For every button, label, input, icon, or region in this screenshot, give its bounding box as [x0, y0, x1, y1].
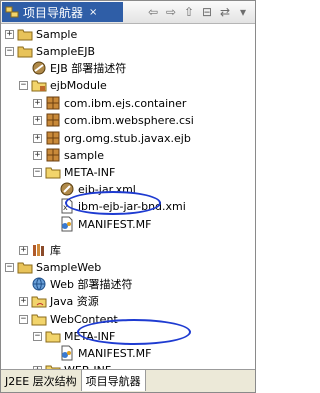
tree-item-label: com.ibm.websphere.csi	[64, 113, 194, 127]
java-resources-icon	[31, 293, 47, 309]
tree-item[interactable]: MANIFEST.MF	[59, 345, 151, 361]
tree-item-label: MANIFEST.MF	[78, 346, 152, 360]
expand-toggle[interactable]: +	[33, 134, 42, 143]
collapse-toggle[interactable]: −	[5, 263, 14, 272]
tree-item-label: MANIFEST.MF	[78, 217, 152, 231]
project-icon	[17, 259, 33, 275]
view-titlebar: 项目导航器 × ⇦ ⇨ ⇧ ⊟ ⇄ ▾	[1, 1, 255, 24]
tree-item-label: WebContent	[50, 312, 118, 326]
package-icon	[45, 95, 61, 111]
tree-item-label: Web 部署描述符	[50, 278, 133, 291]
tree-item[interactable]: 库	[31, 242, 61, 258]
tree-item[interactable]: EJB 部署描述符	[31, 60, 126, 76]
tab-j2ee-hierarchy[interactable]: J2EE 层次结构	[1, 370, 82, 391]
collapse-toggle[interactable]: −	[19, 81, 28, 90]
tree-item[interactable]: Web 部署描述符	[31, 276, 132, 292]
tree-item[interactable]: WEB-INF	[45, 362, 111, 369]
tree-item[interactable]: ejb-jar.xml	[59, 181, 136, 197]
tree-item[interactable]: SampleEJB	[17, 43, 95, 59]
view-menu-icon[interactable]: ▾	[235, 4, 251, 20]
tree-item[interactable]: META-INF	[45, 328, 115, 344]
package-icon	[45, 112, 61, 128]
tree-item[interactable]: WebContent	[31, 311, 118, 327]
tree-item[interactable]: ejbModule	[31, 77, 107, 93]
tree-item[interactable]: sample	[45, 147, 104, 163]
tree-item[interactable]: Sample	[17, 26, 77, 42]
folder-icon	[45, 164, 61, 180]
navigator-icon	[5, 6, 19, 18]
bottom-tab-bar: J2EE 层次结构 项目导航器	[1, 369, 255, 392]
svg-text:x: x	[63, 203, 68, 212]
tree-item-label: Java 资源	[50, 295, 99, 308]
tree-item-label: ibm-ejb-jar-bnd.xmi	[78, 199, 186, 213]
tree-item[interactable]: Java 资源	[31, 293, 99, 309]
manifest-file-icon	[59, 345, 75, 361]
tree-item-label: ejbModule	[50, 78, 107, 92]
tree-item[interactable]: com.ibm.websphere.csi	[45, 112, 194, 128]
tree-item-label: sample	[64, 148, 104, 162]
tree-item-label: org.omg.stub.javax.ejb	[64, 131, 191, 145]
expand-toggle[interactable]: +	[33, 116, 42, 125]
tree-item-label: META-INF	[64, 329, 116, 343]
expand-toggle[interactable]: +	[5, 30, 14, 39]
forward-icon[interactable]: ⇨	[163, 4, 179, 20]
tree-item-label: ejb-jar.xml	[78, 182, 136, 196]
expand-toggle[interactable]: +	[33, 99, 42, 108]
web-descriptor-icon	[31, 276, 47, 292]
collapse-toggle[interactable]: −	[33, 168, 42, 177]
back-icon[interactable]: ⇦	[145, 4, 161, 20]
tree-item-label: com.ibm.ejs.container	[64, 96, 187, 110]
tree-item[interactable]: org.omg.stub.javax.ejb	[45, 130, 191, 146]
tree-item-label: Sample	[36, 27, 78, 41]
collapse-toggle[interactable]: −	[5, 47, 14, 56]
xmi-file-icon: x	[59, 198, 75, 214]
tree-item[interactable]: x ibm-ejb-jar-bnd.xmi	[59, 198, 186, 214]
tree-item-label: 库	[50, 244, 61, 257]
link-with-editor-icon[interactable]: ⇄	[217, 4, 233, 20]
project-tree: + Sample − SampleEJB EJB 部署描述符 − ejbModule + com…	[1, 24, 255, 369]
view-toolbar: ⇦ ⇨ ⇧ ⊟ ⇄ ▾	[145, 4, 251, 20]
tree-item[interactable]: com.ibm.ejs.container	[45, 95, 186, 111]
library-icon	[31, 242, 47, 258]
xml-file-icon	[59, 181, 75, 197]
project-icon	[17, 43, 33, 59]
tree-item-label: EJB 部署描述符	[50, 62, 127, 75]
view-tab-project-navigator[interactable]: 项目导航器 ×	[2, 2, 123, 22]
collapse-all-icon[interactable]: ⊟	[199, 4, 215, 20]
package-icon	[45, 130, 61, 146]
tree-item[interactable]: MANIFEST.MF	[59, 216, 151, 232]
tree-item[interactable]: META-INF	[45, 164, 115, 180]
tree-item-label: SampleEJB	[36, 44, 95, 58]
project-icon	[17, 26, 33, 42]
folder-icon	[45, 362, 61, 369]
close-view-icon[interactable]: ×	[89, 7, 97, 18]
folder-icon	[45, 328, 61, 344]
up-icon[interactable]: ⇧	[181, 4, 197, 20]
tree-item-label: META-INF	[64, 165, 116, 179]
package-icon	[45, 147, 61, 163]
expand-toggle[interactable]: +	[33, 151, 42, 160]
collapse-toggle[interactable]: −	[33, 332, 42, 341]
manifest-file-icon	[59, 216, 75, 232]
source-folder-icon	[31, 77, 47, 93]
project-navigator-view: 项目导航器 × ⇦ ⇨ ⇧ ⊟ ⇄ ▾ + Sample − SampleEJB EJB…	[0, 0, 256, 393]
expand-toggle[interactable]: +	[19, 297, 28, 306]
tab-project-navigator[interactable]: 项目导航器	[81, 370, 146, 391]
deployment-descriptor-icon	[31, 60, 47, 76]
tree-item[interactable]: SampleWeb	[17, 259, 101, 275]
tree-item-label: SampleWeb	[36, 260, 102, 274]
collapse-toggle[interactable]: −	[19, 315, 28, 324]
expand-toggle[interactable]: +	[19, 246, 28, 255]
view-title: 项目导航器	[23, 5, 84, 20]
folder-icon	[31, 311, 47, 327]
